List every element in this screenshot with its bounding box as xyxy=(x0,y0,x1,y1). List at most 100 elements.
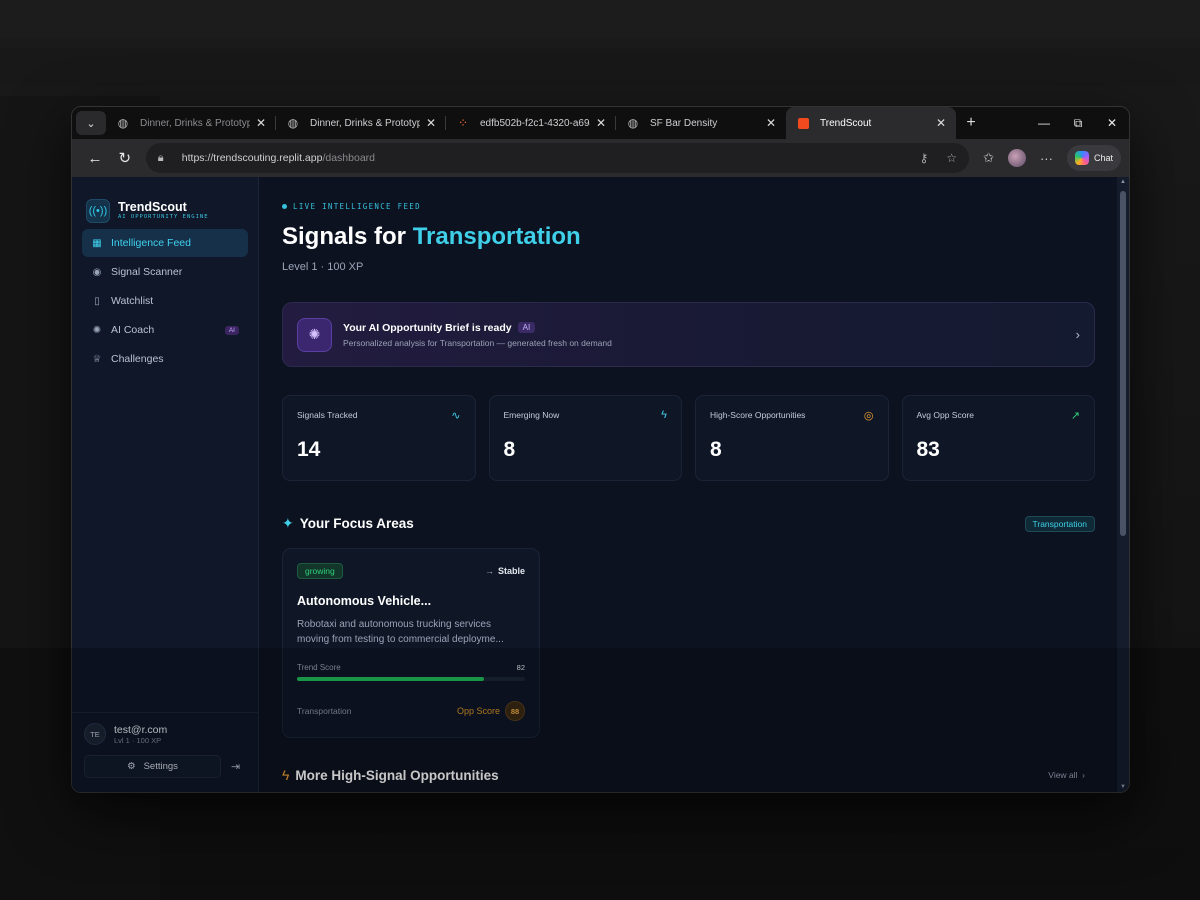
opp-score-badge: 88 xyxy=(505,701,525,721)
tab-actions-menu-button[interactable]: ⌄ xyxy=(76,111,106,135)
scroll-up-icon[interactable]: ▲ xyxy=(1120,179,1126,185)
url-host: https://trendscouting.replit.app xyxy=(181,152,323,164)
trend-score-bar xyxy=(297,677,525,681)
card-description: Robotaxi and autonomous trucking service… xyxy=(297,619,504,645)
address-bar[interactable]: 🔒︎ https://trendscouting.replit.app/dash… xyxy=(145,143,970,173)
scrollbar-thumb[interactable] xyxy=(1120,191,1126,536)
page-subtitle: Level 1 · 100 XP xyxy=(282,261,364,273)
browser-tab[interactable]: ◍ Dinner, Drinks & Prototype ✕ xyxy=(106,107,276,139)
close-tab-icon[interactable]: ✕ xyxy=(256,116,266,130)
close-window-icon[interactable]: ✕ xyxy=(1095,116,1129,131)
settings-button[interactable]: ⚙ Settings xyxy=(84,755,221,778)
brand[interactable]: ((•)) TrendScout AI OPPORTUNITY ENGINE xyxy=(72,177,258,229)
profile-avatar[interactable] xyxy=(1007,149,1026,167)
live-feed-indicator: LIVE INTELLIGENCE FEED xyxy=(282,202,1095,211)
stats-row: Signals Tracked ∿ 14 Emerging Now ϟ 8 Hi… xyxy=(282,395,1095,481)
new-tab-button[interactable]: + xyxy=(956,114,986,132)
zap-icon: ϟ xyxy=(661,409,667,421)
minimize-icon[interactable]: — xyxy=(1027,116,1061,131)
browser-toolbar: ← ↻ 🔒︎ https://trendscouting.replit.app /… xyxy=(72,139,1129,177)
opp-score: Opp Score 88 xyxy=(457,701,525,721)
title-prefix: Signals for xyxy=(282,223,413,250)
browser-tab[interactable]: ⁘ edfb502b-f2c1-4320-a694 ✕ xyxy=(446,107,616,139)
sidebar-item-watchlist[interactable]: ▯ Watchlist xyxy=(82,287,248,315)
browser-tab[interactable]: ◍ SF Bar Density ✕ xyxy=(616,107,786,139)
refresh-icon[interactable]: ↻ xyxy=(110,143,140,173)
tab-label: TrendScout xyxy=(820,117,872,129)
sidebar-item-ai-coach[interactable]: ✺ AI Coach AI xyxy=(82,316,248,344)
view-all-label: View all xyxy=(1048,770,1078,780)
lock-icon: 🔒︎ xyxy=(157,151,164,164)
stat-card-emerging-now: Emerging Now ϟ 8 xyxy=(488,395,682,481)
close-tab-icon[interactable]: ✕ xyxy=(596,116,606,130)
user-level: Lvl 1 · 100 XP xyxy=(114,735,162,745)
stat-card-signals-tracked: Signals Tracked ∿ 14 xyxy=(282,395,476,481)
sparkles-icon: ✦ xyxy=(282,515,294,531)
card-title: Autonomous Vehicle... xyxy=(297,594,432,608)
scroll-down-icon[interactable]: ▼ xyxy=(1120,784,1126,790)
star-icon[interactable]: ☆ xyxy=(946,151,957,165)
brief-subtitle: Personalized analysis for Transportation… xyxy=(343,337,612,348)
background-toolbar xyxy=(0,48,1200,86)
radio-signal-icon: ((•)) xyxy=(86,198,110,223)
user-avatar: TE xyxy=(84,723,106,745)
ai-badge: AI xyxy=(224,325,239,335)
tab-label: SF Bar Density xyxy=(650,117,718,129)
ai-brief-banner[interactable]: ✺ Your AI Opportunity Brief is ready AI … xyxy=(282,302,1095,367)
background-tabstrip xyxy=(0,0,1200,38)
bookmark-icon: ▯ xyxy=(94,295,100,307)
live-dot-icon xyxy=(282,204,287,209)
close-tab-icon[interactable]: ✕ xyxy=(936,116,946,130)
sidebar-item-intelligence-feed[interactable]: ▦ Intelligence Feed xyxy=(82,229,248,257)
close-tab-icon[interactable]: ✕ xyxy=(766,116,776,130)
trend-status: → Stable xyxy=(485,566,525,576)
sidebar-item-signal-scanner[interactable]: ◉ Signal Scanner xyxy=(82,258,248,286)
copilot-chat-button[interactable]: Chat xyxy=(1066,145,1121,171)
browser-tab[interactable]: ◍ Dinner, Drinks & Prototype ✕ xyxy=(276,107,446,139)
stat-label: Emerging Now xyxy=(503,410,560,420)
page-title: Signals for Transportation xyxy=(282,223,1095,251)
window-controls: — ⧉ ✕ xyxy=(1027,116,1129,131)
trophy-icon: ♕ xyxy=(92,353,102,365)
zap-icon: ϟ xyxy=(282,767,290,783)
chevron-right-icon: › xyxy=(1075,327,1080,342)
focus-area-card[interactable]: growing → Stable Autonomous Vehicle... Ro… xyxy=(282,548,540,738)
close-tab-icon[interactable]: ✕ xyxy=(426,116,436,130)
more-options-icon[interactable]: ··· xyxy=(1040,151,1053,166)
browser-tab-active[interactable]: TrendScout ✕ xyxy=(786,107,956,139)
trend-label: Stable xyxy=(497,566,525,576)
sidebar-item-label: Intelligence Feed xyxy=(111,237,191,249)
grid-icon: ▦ xyxy=(92,237,102,249)
card-category: Transportation xyxy=(297,706,352,716)
stat-label: Avg Opp Score xyxy=(916,410,975,420)
tab-label: edfb502b-f2c1-4320-a694 xyxy=(480,117,590,129)
focus-category-chip[interactable]: Transportation xyxy=(1024,515,1095,532)
more-opportunities-header: ϟ More High-Signal Opportunities View al… xyxy=(282,767,1095,783)
sidebar-footer: TE test@r.com Lvl 1 · 100 XP ⚙ Settings … xyxy=(72,712,258,792)
sidebar-nav: ▦ Intelligence Feed ◉ Signal Scanner ▯ W… xyxy=(72,229,258,373)
sidebar: ((•)) TrendScout AI OPPORTUNITY ENGINE ▦… xyxy=(72,177,259,792)
app-viewport: ((•)) TrendScout AI OPPORTUNITY ENGINE ▦… xyxy=(72,177,1129,792)
globe-icon: ◍ xyxy=(627,116,639,130)
sidebar-item-challenges[interactable]: ♕ Challenges xyxy=(82,345,248,373)
brain-icon: ✺ xyxy=(297,317,332,352)
back-arrow-icon[interactable]: ← xyxy=(80,143,110,173)
view-all-link[interactable]: View all › xyxy=(1048,770,1085,780)
url-path: /dashboard xyxy=(322,152,375,164)
brand-tagline: AI OPPORTUNITY ENGINE xyxy=(118,214,209,220)
brand-name: TrendScout xyxy=(118,200,187,214)
tab-label: Dinner, Drinks & Prototype xyxy=(310,117,420,129)
live-label: LIVE INTELLIGENCE FEED xyxy=(293,202,421,211)
main-content: LIVE INTELLIGENCE FEED Signals for Trans… xyxy=(260,177,1117,792)
focus-areas-header: ✦ Your Focus Areas Transportation xyxy=(282,515,1095,532)
user-profile[interactable]: TE test@r.com Lvl 1 · 100 XP xyxy=(84,723,246,745)
key-icon[interactable]: ⚷ xyxy=(920,151,929,165)
page-scrollbar[interactable]: ▲ ▼ xyxy=(1117,177,1129,792)
opp-score-label: Opp Score xyxy=(456,706,500,716)
restore-icon[interactable]: ⧉ xyxy=(1061,116,1095,131)
logout-icon[interactable]: ⇥ xyxy=(231,760,240,773)
stat-value: 83 xyxy=(916,438,940,461)
stat-value: 8 xyxy=(710,438,722,461)
favorites-icon[interactable]: ✩ xyxy=(983,150,994,166)
sidebar-item-label: Signal Scanner xyxy=(111,266,183,278)
